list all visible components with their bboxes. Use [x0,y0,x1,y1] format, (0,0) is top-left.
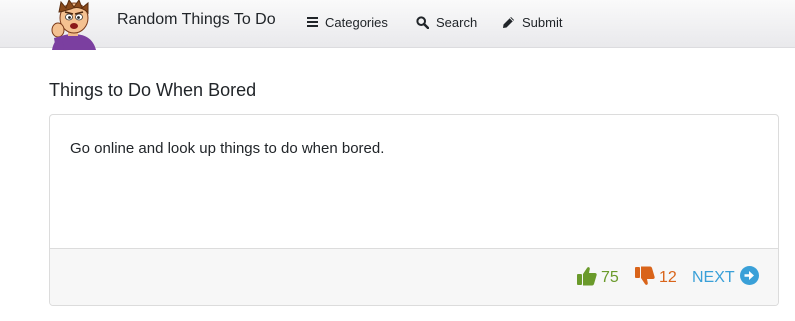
thumbs-down-icon [635,266,655,291]
thumbs-up-icon [577,266,597,291]
bars-icon [307,17,318,27]
search-icon [416,15,429,29]
card-footer: 75 12 NEXT [50,248,778,305]
downvote-button[interactable]: 12 [635,266,677,291]
nav-submit[interactable]: Submit [502,13,562,31]
nav-search-label: Search [436,14,478,30]
top-navbar: Random Things To Do Categories Search Su… [0,0,795,50]
page-title: Things to Do When Bored [49,80,257,100]
activity-text: Go online and look up things to do when … [70,140,385,157]
upvote-count: 75 [601,269,619,286]
brand-title[interactable]: Random Things To Do [117,11,276,29]
upvote-button[interactable]: 75 [577,266,619,291]
nav-submit-label: Submit [522,14,563,30]
next-label: NEXT [692,269,735,286]
next-button[interactable]: NEXT [692,266,759,290]
nav-search[interactable]: Search [416,13,477,31]
card-body: Go online and look up things to do when … [50,115,778,248]
pencil-icon [502,16,515,29]
site-logo[interactable] [46,0,100,50]
nav-categories[interactable]: Categories [307,13,388,31]
activity-card: Go online and look up things to do when … [49,114,779,306]
arrow-circle-right-icon [739,266,759,290]
downvote-count: 12 [659,269,677,286]
nav-categories-label: Categories [325,14,388,30]
